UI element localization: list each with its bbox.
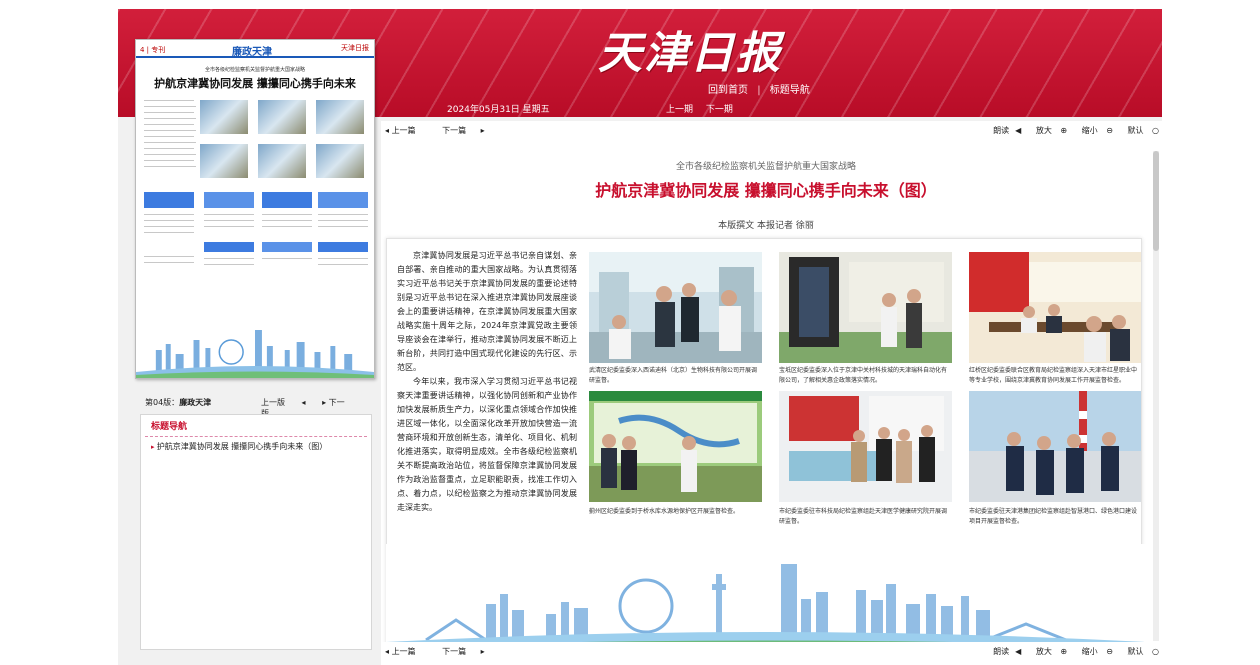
photo-lab-visit — [589, 252, 762, 363]
thumbnail-kicker: 全市各级纪检监察机关监督护航重大国家战略 — [204, 67, 305, 73]
date-bar: 2024年05月31日 星期五 上一期 下一期 — [383, 100, 1162, 117]
zoom-in-button[interactable]: 放大 ⊕ — [1030, 647, 1067, 656]
thumbnail-logo: 天津日报 — [341, 44, 369, 52]
current-page-name: 廉政天津 — [179, 398, 212, 407]
photo-caption: 红桥区纪委监委联合区教育局纪检监察组深入天津市红星职业中等专业学校，围绕京津冀教… — [969, 367, 1138, 384]
prev-page-link[interactable]: 上一版 ◂ — [261, 398, 306, 407]
article-kicker: 全市各级纪检监察机关监督护航重大国家战略 — [675, 162, 856, 172]
article-headline: 护航京津冀协同发展 攥攥同心携手向未来（图） — [595, 181, 937, 200]
issue-date: 2024年05月31日 星期五 — [447, 105, 550, 115]
home-link[interactable]: 回到首页 — [708, 85, 748, 96]
default-size-button[interactable]: 默认 ○ — [1121, 647, 1159, 656]
current-page-label: 第04版： — [145, 398, 180, 407]
title-nav-panel: 标题导航 护航京津冀协同发展 攥攥同心携手向未来（图） — [140, 414, 372, 650]
next-article-link[interactable]: 下一篇 ▸ — [442, 647, 485, 656]
prev-article-link[interactable]: ◂ 上一篇 — [385, 647, 428, 656]
article-paragraph: 今年以来，我市深入学习贯彻习近平总书记视察天津重要讲话精神，以强化协同创新和产业… — [397, 377, 577, 512]
title-nav-header: 标题导航 — [145, 415, 367, 437]
scrollbar-thumb[interactable] — [1153, 151, 1159, 251]
article-scrollbar[interactable] — [1153, 151, 1159, 641]
read-aloud-button[interactable]: 朗读 ◀ — [987, 647, 1021, 656]
issue-nav: 上一期 下一期 — [666, 102, 743, 115]
current-page: 第04版：廉政天津 — [145, 397, 211, 408]
skyline-illustration — [386, 544, 1146, 654]
top-nav: 回到首页 | 标题导航 — [708, 81, 810, 96]
title-nav-item[interactable]: 护航京津冀协同发展 攥攥同心携手向未来（图） — [141, 437, 371, 456]
photo-caption: 蓟州区纪委监委到于桥水库水源地保护区开展监督检查。 — [589, 508, 740, 515]
newspaper-logo: 天津日报 — [598, 28, 782, 79]
nav-separator: | — [757, 85, 761, 96]
thumbnail-header: 4 | 专刊 廉政天津 天津日报 — [136, 40, 374, 58]
article-toolbar-bottom: ◂ 上一篇 下一篇 ▸ 朗读 ◀ 放大 ⊕ 缩小 ⊖ 默认 ○ — [381, 642, 1163, 658]
article-body: 京津冀协同发展是习近平总书记亲自谋划、亲自部署、亲自推动的重大国家战略。为认真贯… — [397, 249, 577, 515]
photo-reservoir-map — [589, 391, 762, 502]
article-toolbar-top: ◂ 上一篇 下一篇 ▸ 朗读 ◀ 放大 ⊕ 缩小 ⊖ 默认 ○ — [381, 121, 1163, 137]
page-thumbnail[interactable]: 4 | 专刊 廉政天津 天津日报 全市各级纪检监察机关监督护航重大国家战略 护航… — [135, 39, 375, 379]
article-byline: 本版撰文 本报记者 徐丽 — [718, 221, 814, 231]
zoom-out-button[interactable]: 缩小 ⊖ — [1076, 647, 1113, 656]
circle-icon: ○ — [1152, 126, 1159, 135]
circle-icon: ○ — [1152, 647, 1159, 656]
zoom-in-button[interactable]: 放大 ⊕ — [1030, 126, 1067, 135]
photo-institute-visit — [779, 391, 952, 502]
speaker-icon: ◀ — [1015, 647, 1022, 656]
thumbnail-page-number: 4 | 专刊 — [140, 46, 166, 54]
photo-caption: 市纪委监委驻市科技局纪检监察组赴天津医学健康研究院开展调研监督。 — [779, 508, 948, 525]
title-guide-link[interactable]: 标题导航 — [770, 85, 810, 96]
next-article-link[interactable]: 下一篇 ▸ — [442, 126, 485, 135]
photo-school-meeting — [969, 252, 1141, 363]
thumbnail-section: 廉政天津 — [232, 47, 272, 58]
thumbnail-body — [144, 96, 368, 326]
photo-caption: 武清区纪委监委深入西诺迪科（北京）生物科技有限公司开展调研监督。 — [589, 367, 758, 384]
thumbnail-title: 护航京津冀协同发展 攥攥同心携手向未来 — [154, 77, 356, 90]
speaker-icon: ◀ — [1015, 126, 1022, 135]
thumbnail-skyline-illustration — [136, 320, 374, 378]
article-paragraph: 京津冀协同发展是习近平总书记亲自谋划、亲自部署、亲自推动的重大国家战略。为认真贯… — [397, 251, 577, 372]
zoom-out-button[interactable]: 缩小 ⊖ — [1076, 126, 1113, 135]
photo-caption: 宝坻区纪委监委深入位于京津中关村科技城的天津瑞科自动化有限公司，了解相关惠企政策… — [779, 367, 948, 384]
minus-circle-icon: ⊖ — [1106, 126, 1113, 135]
article-panel: ◂ 上一篇 下一篇 ▸ 朗读 ◀ 放大 ⊕ 缩小 ⊖ 默认 ○ 全市各级纪检监察机… — [381, 121, 1163, 665]
prev-issue-link[interactable]: 上一期 — [666, 105, 693, 115]
plus-circle-icon: ⊕ — [1060, 647, 1068, 656]
next-issue-link[interactable]: 下一期 — [706, 105, 733, 115]
prev-article-link[interactable]: ◂ 上一篇 — [385, 126, 428, 135]
read-aloud-button[interactable]: 朗读 ◀ — [987, 126, 1021, 135]
photo-port-inspection — [969, 391, 1141, 502]
plus-circle-icon: ⊕ — [1060, 126, 1068, 135]
minus-circle-icon: ⊖ — [1106, 647, 1113, 656]
default-size-button[interactable]: 默认 ○ — [1121, 126, 1159, 135]
photo-caption: 市纪委监委驻天津港集团纪检监察组赴智慧港口、绿色港口建设项目开展监督检查。 — [969, 508, 1138, 525]
page-frame: 天津日报 回到首页 | 标题导航 2024年05月31日 星期五 上一期 下一期… — [118, 9, 1163, 665]
photo-factory-visit — [779, 252, 952, 363]
